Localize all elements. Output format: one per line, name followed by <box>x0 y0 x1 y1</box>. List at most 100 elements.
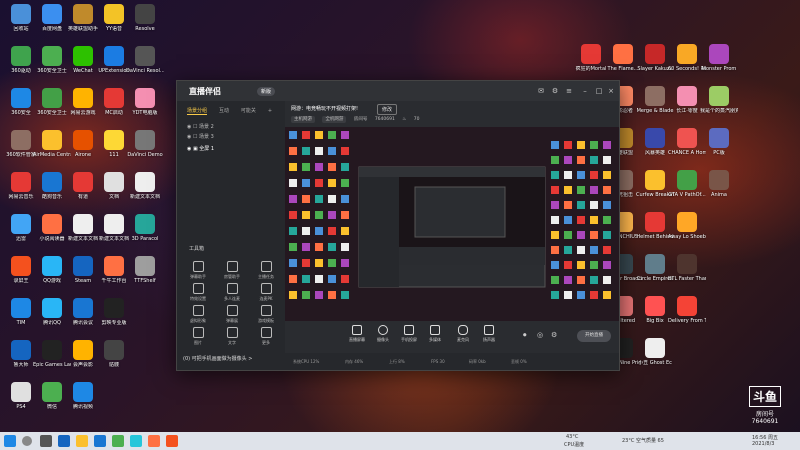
clock-time[interactable]: 16:56 周五 <box>752 434 778 441</box>
toolbox-item[interactable]: 主播任务 <box>249 261 283 285</box>
desktop-icon-label: 新建文本文档 <box>129 194 160 200</box>
camera-button[interactable]: 摄像头 <box>369 325 397 343</box>
control-label: 多媒体 <box>429 337 441 342</box>
version-badge[interactable]: 新版 <box>257 87 276 96</box>
desktop-icon[interactable]: PC版 <box>700 128 738 166</box>
tab-scene-group[interactable]: 场景分组 <box>187 108 208 115</box>
microphone-button[interactable]: 麦克风 <box>449 325 477 343</box>
category-chip[interactable]: 主机网游 <box>291 116 315 123</box>
preview-icon <box>302 131 310 139</box>
toolbox-item[interactable]: 弹幕展 <box>215 305 249 329</box>
desktop-icon[interactable]: Away Lo Shoebox <box>668 212 706 250</box>
app-icon[interactable] <box>130 435 142 447</box>
gear-icon[interactable]: ⚙ <box>551 331 557 339</box>
scene-item[interactable]: ◉ ▣ 全屏 1 <box>187 145 214 152</box>
preview-icon <box>603 216 611 224</box>
game-chip[interactable]: 全机网游 <box>322 116 347 123</box>
live-companion-taskbar-icon[interactable] <box>166 435 178 447</box>
store-icon[interactable] <box>94 435 106 447</box>
start-icon[interactable] <box>4 435 16 447</box>
media-button[interactable]: 多媒体 <box>421 325 449 343</box>
maximize-icon[interactable]: □ <box>595 87 603 95</box>
record-icon[interactable]: ⏺ <box>523 331 527 340</box>
stream-preview[interactable] <box>285 127 619 321</box>
tab-interaction[interactable]: 互动 <box>219 108 229 114</box>
toolbox-item[interactable]: 文字 <box>215 327 249 351</box>
desktop-icon[interactable]: 新建文本文档 <box>126 172 164 210</box>
eye-icon[interactable]: ◎ <box>537 331 543 339</box>
preview-icon <box>315 147 323 155</box>
scene-item[interactable]: ◉ ☐ 场景 3 <box>187 133 214 140</box>
desktop-icon[interactable]: Resolve <box>126 4 164 42</box>
toolbox-item[interactable]: 弹幕助手 <box>181 261 215 285</box>
desktop-icon[interactable]: BTL Faster Than Light <box>668 254 706 292</box>
app-icon <box>73 88 93 108</box>
toolbox-item[interactable]: 连麦PK <box>249 283 283 307</box>
search-icon[interactable] <box>22 436 32 446</box>
toolbox-item[interactable]: 图片 <box>181 327 215 351</box>
toolbox-item[interactable]: 房管助手 <box>215 261 249 285</box>
add-scene-icon[interactable]: + <box>268 108 272 114</box>
app-icon <box>135 130 155 150</box>
preview-icon <box>551 186 559 194</box>
desktop-icon[interactable]: Anima <box>700 170 738 208</box>
tool-icon <box>192 261 204 272</box>
title-bar[interactable]: 直播伴侣 新版 ✉ ⚙ ≡ – □ × <box>177 81 619 101</box>
speaker-button[interactable]: 扬声器 <box>475 325 503 343</box>
app-icon[interactable] <box>148 435 160 447</box>
preview-icon <box>564 216 572 224</box>
minimize-icon[interactable]: – <box>581 87 589 95</box>
desktop-icon[interactable]: 剪映专业版 <box>95 298 133 336</box>
desktop-icon[interactable]: TTFShelf <box>126 256 164 294</box>
folder-icon[interactable] <box>76 435 88 447</box>
tab-other[interactable]: 可能关 <box>241 108 256 114</box>
start-live-button[interactable]: 开始直播 <box>577 330 611 342</box>
desktop-icon[interactable]: Monster Prom <box>700 44 738 82</box>
desktop-icon[interactable]: DaVinci Resol... <box>126 46 164 84</box>
scene-item[interactable]: ◉ ☐ 场景 2 <box>187 123 214 130</box>
desktop-icon[interactable]: 我是个的蒸汽朋克世界了一提 <box>700 86 738 124</box>
desktop-icon[interactable]: 3D Paracol <box>126 214 164 252</box>
screen-capture-button[interactable]: 直播屏幕 <box>343 325 371 343</box>
tool-icon <box>192 283 204 294</box>
app-icon <box>104 256 124 276</box>
toolbox-item[interactable]: 多人连麦 <box>215 283 249 307</box>
menu-icon[interactable]: ≡ <box>565 87 573 95</box>
desktop-icon[interactable]: 小丑 Ghost Ec <box>636 338 674 376</box>
phone-camera-hint[interactable]: (0) 可把手机画面做为摄像头 > <box>183 355 252 362</box>
weather[interactable]: 23°C 空气质量 65 <box>622 437 664 444</box>
close-icon[interactable]: × <box>607 87 615 95</box>
app-icon[interactable] <box>112 435 124 447</box>
preview-icon <box>341 243 349 251</box>
preview-icon <box>577 276 585 284</box>
tool-icon <box>226 327 238 338</box>
control-bar: 直播屏幕 摄像头 手机投屏 多媒体 麦克风 扬声器 ⏺ ◎ ⚙ 开始直播 <box>285 321 619 353</box>
desktop-icon[interactable]: 骷髅 <box>95 340 133 378</box>
preview-icon <box>289 131 297 139</box>
toolbox-item[interactable]: 更多 <box>249 327 283 351</box>
preview-icon <box>551 231 559 239</box>
clock-date[interactable]: 2021/8/3 <box>752 441 774 447</box>
phone-cast-button[interactable]: 手机投屏 <box>395 325 423 343</box>
toolbox-item[interactable]: 特效设置 <box>181 283 215 307</box>
desktop-icon[interactable]: YDT电脑版 <box>126 88 164 126</box>
message-icon[interactable]: ✉ <box>537 87 545 95</box>
preview-icon <box>341 163 349 171</box>
preview-icon <box>289 147 297 155</box>
desktop-icon[interactable]: 腾讯视频 <box>64 382 102 420</box>
preview-icon <box>603 231 611 239</box>
toolbox-item[interactable]: 虚拟形象 <box>181 305 215 329</box>
desktop-icon[interactable]: Delivery From The... <box>668 296 706 334</box>
toolbox-item[interactable]: 游戏模板 <box>249 305 283 329</box>
bitrate-status: 码率 0kb <box>469 359 486 364</box>
edit-title-button[interactable]: 修改 <box>377 104 398 115</box>
edge-icon[interactable] <box>58 435 70 447</box>
preview-icon <box>315 131 323 139</box>
settings-icon[interactable]: ⚙ <box>551 87 559 95</box>
preview-icon <box>289 163 297 171</box>
app-icon <box>104 340 124 360</box>
desktop-icon-label: 小丑 Ghost Ec <box>638 360 672 366</box>
task-view-icon[interactable] <box>40 435 52 447</box>
app-icon <box>42 214 62 234</box>
desktop-icon[interactable]: DaVinci Demo <box>126 130 164 168</box>
